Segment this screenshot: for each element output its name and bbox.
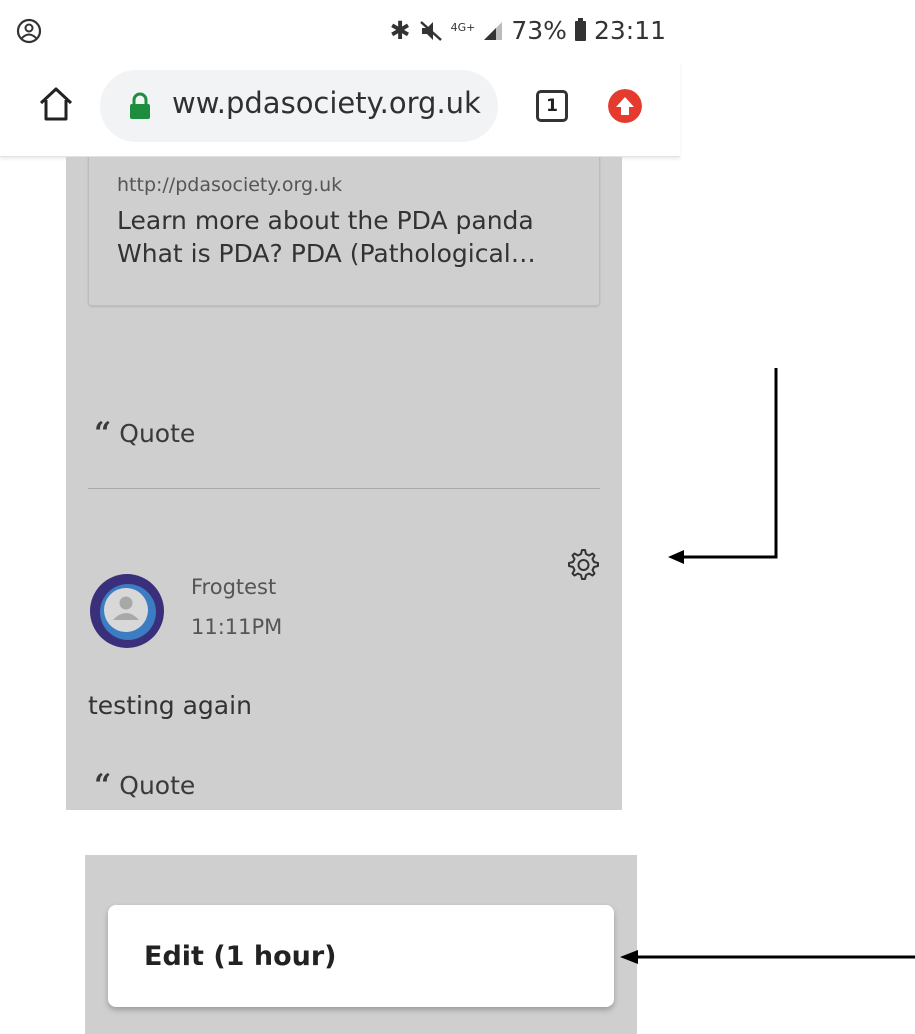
tab-switcher-button[interactable]: 1: [536, 90, 568, 122]
update-icon[interactable]: [608, 89, 642, 123]
lock-icon: [130, 92, 150, 119]
battery-icon: [574, 17, 586, 41]
link-preview-card[interactable]: http://pdasociety.org.uk Learn more abou…: [88, 157, 600, 306]
quote-icon: “: [94, 415, 112, 451]
status-bar: ✱ 4G+ 73% 23:11: [0, 0, 680, 62]
post-options-menu: Edit (1 hour): [85, 855, 637, 1034]
edit-menu-item[interactable]: Edit (1 hour): [108, 905, 614, 1007]
clock: 23:11: [593, 16, 666, 45]
url-text: ww.pdasociety.org.uk: [172, 86, 481, 120]
post-message: testing again: [88, 691, 252, 720]
bluetooth-icon: ✱: [389, 16, 411, 45]
quote-label: Quote: [119, 419, 196, 448]
post-username[interactable]: Frogtest: [191, 575, 276, 599]
quote-icon: “: [94, 767, 112, 803]
mute-icon: [419, 20, 442, 41]
post-divider: [88, 488, 600, 489]
battery-percent: 73%: [511, 16, 567, 45]
quote-label: Quote: [119, 771, 196, 800]
quote-button-2[interactable]: “ Quote: [94, 767, 196, 803]
quote-button[interactable]: “ Quote: [94, 415, 196, 451]
avatar[interactable]: [88, 572, 166, 650]
gear-icon[interactable]: [564, 547, 600, 583]
link-preview-title-line2: What is PDA? PDA (Pathological…: [117, 239, 536, 268]
edit-label: Edit (1 hour): [144, 941, 337, 972]
account-icon: [16, 18, 42, 44]
home-icon[interactable]: [36, 84, 76, 124]
link-preview-title-line1: Learn more about the PDA panda: [117, 206, 534, 235]
post-timestamp: 11:11PM: [191, 615, 283, 639]
network-type: 4G+: [450, 21, 476, 34]
link-preview-url: http://pdasociety.org.uk: [117, 174, 343, 196]
signal-icon: [484, 21, 503, 40]
arrow-head-icon: [668, 550, 684, 564]
thread-content: http://pdasociety.org.uk Learn more abou…: [66, 157, 622, 810]
address-bar[interactable]: ww.pdasociety.org.uk: [100, 70, 498, 142]
link-preview-title: Learn more about the PDA panda What is P…: [117, 204, 587, 270]
browser-toolbar: ww.pdasociety.org.uk 1: [0, 62, 680, 157]
